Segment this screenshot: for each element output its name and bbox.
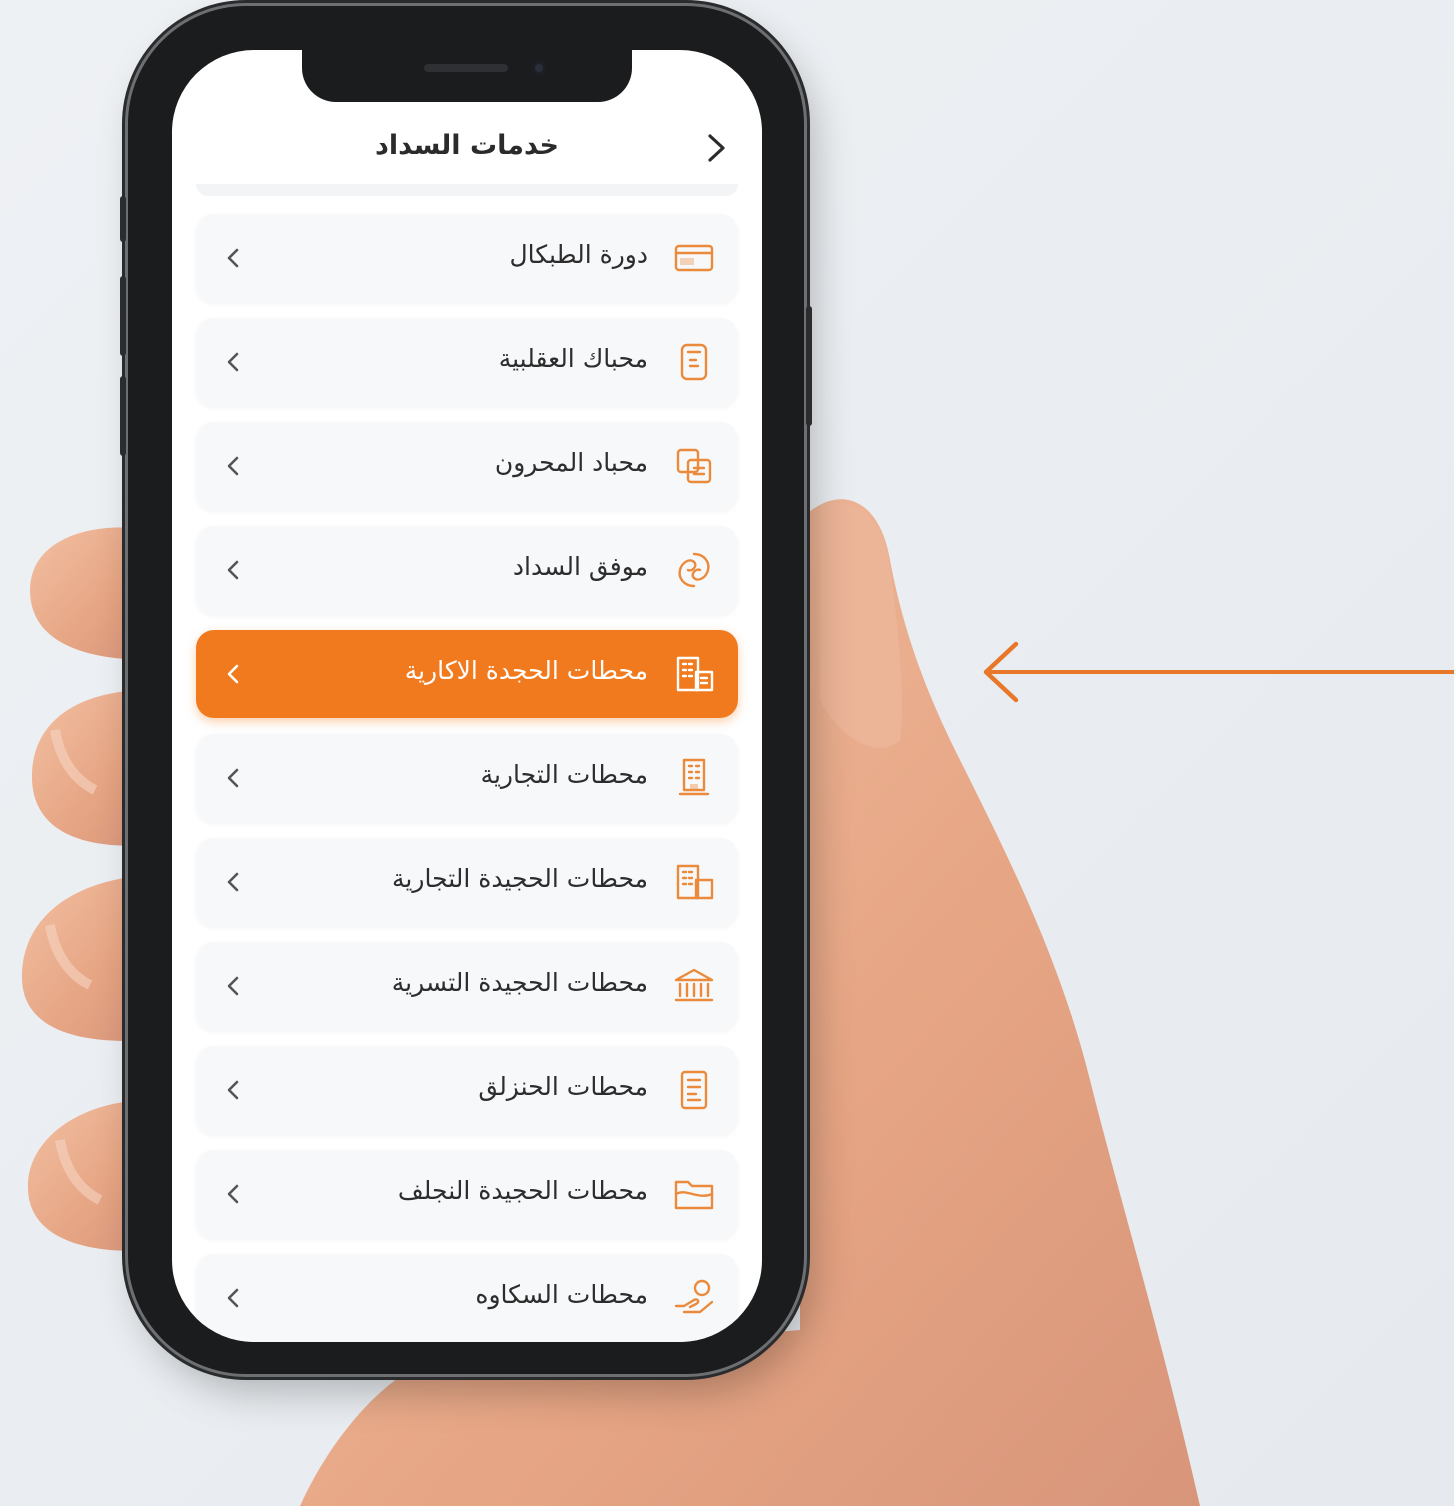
front-camera <box>532 61 546 75</box>
list-item-label: محطات الحجدة الاكارية <box>404 656 648 685</box>
silent-switch <box>120 196 126 242</box>
app-screen: خدمات السداد دورة الطبكال محباك العقلبية م… <box>172 50 762 1342</box>
list-item[interactable]: محطات السكاوه <box>196 1254 738 1342</box>
bank-icon <box>674 968 714 1002</box>
list-item-label: محطات الحجيدة التسرية <box>391 968 648 997</box>
list-item[interactable]: محطات الحجيدة التجارية <box>196 838 738 926</box>
list-item[interactable]: محطات الحنزلق <box>196 1046 738 1134</box>
chevron-left-icon <box>227 1288 239 1308</box>
chevron-left-icon <box>227 1080 239 1100</box>
power-button <box>806 306 812 426</box>
notch <box>302 50 632 102</box>
chevron-left-icon <box>227 872 239 892</box>
partial-list-item <box>196 184 738 196</box>
list-item[interactable]: محطات الحجيدة النجلف <box>196 1150 738 1238</box>
chevron-left-icon <box>227 248 239 268</box>
volume-down-button <box>120 376 126 456</box>
list-item[interactable]: محباد المحرون <box>196 422 738 510</box>
folder-icon <box>674 1180 714 1210</box>
receipt-icon <box>680 1070 708 1110</box>
document-icon <box>680 343 708 381</box>
copy-icon <box>676 448 712 484</box>
list-item-label: دورة الطبكال <box>509 240 648 269</box>
phone-frame: خدمات السداد دورة الطبكال محباك العقلبية م… <box>120 6 812 1374</box>
list-item-label: محطات السكاوه <box>475 1280 648 1309</box>
tower-icon <box>678 758 710 796</box>
chevron-left-icon <box>227 352 239 372</box>
speaker <box>424 64 508 72</box>
list-item[interactable]: دورة الطبكال <box>196 214 738 302</box>
volume-up-button <box>120 276 126 356</box>
list-item[interactable]: محباك العقلبية <box>196 318 738 406</box>
chevron-right-icon[interactable] <box>696 128 736 168</box>
chevron-left-icon <box>227 456 239 476</box>
list-item-label: محطات الحجيدة التجارية <box>392 864 648 893</box>
chevron-left-icon <box>227 1184 239 1204</box>
list-item-label: موفق السداد <box>512 552 648 581</box>
list-item-label: محباك العقلبية <box>498 344 648 373</box>
chevron-left-icon <box>227 976 239 996</box>
list-item-label: محطات الحجيدة النجلف <box>397 1176 648 1205</box>
buildings-icon <box>676 864 714 900</box>
page-title: خدمات السداد <box>374 130 560 161</box>
hand-coin-icon <box>674 1279 714 1314</box>
list-item[interactable]: محطات الحجدة الاكارية <box>196 630 738 718</box>
app-header: خدمات السداد <box>172 120 762 180</box>
list-item[interactable]: موفق السداد <box>196 526 738 614</box>
building-icon <box>676 656 714 692</box>
chevron-left-icon <box>227 664 239 684</box>
list-item-label: محباد المحرون <box>494 448 648 477</box>
pay-icon <box>678 552 710 588</box>
chevron-left-icon <box>227 768 239 788</box>
list-item-label: محطات الحنزلق <box>478 1072 648 1101</box>
list-item[interactable]: محطات التجارية <box>196 734 738 822</box>
list-item-label: محطات التجارية <box>480 760 648 789</box>
list-item[interactable]: محطات الحجيدة التسرية <box>196 942 738 1030</box>
chevron-left-icon <box>227 560 239 580</box>
pointer-arrow-icon <box>983 641 1454 703</box>
card-icon <box>674 244 714 272</box>
